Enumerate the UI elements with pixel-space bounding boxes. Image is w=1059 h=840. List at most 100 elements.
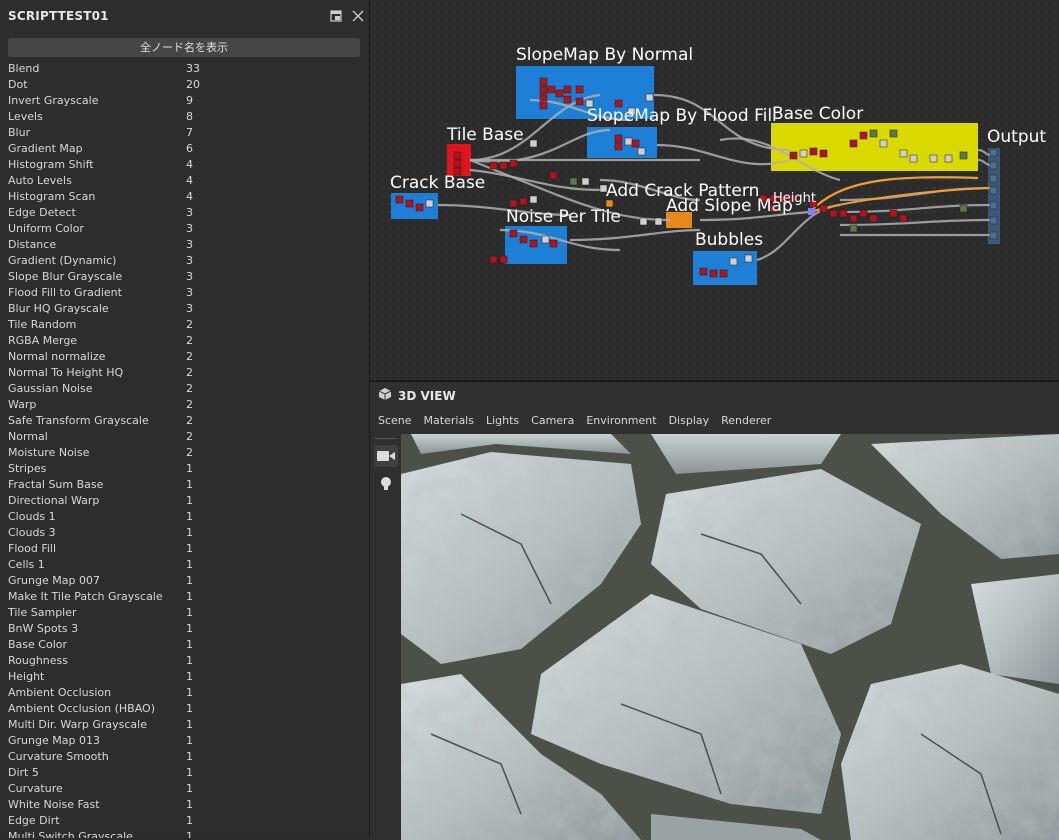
node-count-row[interactable]: Directional Warp 1 [8,493,369,509]
graph-node[interactable] [539,93,548,102]
node-count-row[interactable]: RGBA Merge 2 [8,333,369,349]
graph-node[interactable] [614,142,623,151]
node-count-row[interactable]: Multi Dir. Warp Grayscale 1 [8,717,369,733]
node-count-row[interactable]: Gradient (Dynamic) 3 [8,253,369,269]
node-count-row[interactable]: Histogram Shift 4 [8,157,369,173]
graph-node[interactable] [729,257,738,266]
graph-node[interactable] [519,235,528,244]
node-count-row[interactable]: Distance 3 [8,237,369,253]
graph-node[interactable] [529,239,538,248]
node-count-row[interactable]: Tile Random 2 [8,317,369,333]
node-count-row[interactable]: Blend 33 [8,61,369,77]
camera-icon[interactable] [373,445,398,467]
graph-node[interactable] [395,195,404,204]
graph-node[interactable] [859,131,868,140]
output-node[interactable] [989,231,998,240]
light-bulb-icon[interactable] [374,473,398,495]
graph-node[interactable] [899,149,908,158]
graph-node[interactable] [575,85,584,94]
node-count-row[interactable]: Warp 2 [8,397,369,413]
float-window-icon[interactable] [325,5,347,27]
node-count-row[interactable]: Levels 8 [8,109,369,125]
node-count-row[interactable]: Flood Fill to Gradient 3 [8,285,369,301]
graph-node[interactable] [563,95,572,104]
node-count-row[interactable]: Fractal Sum Base 1 [8,477,369,493]
graph-node[interactable] [719,269,728,278]
show-all-node-names-button[interactable]: 全ノード名を表示 [8,38,360,57]
graph-node[interactable] [509,229,518,238]
graph-node[interactable] [605,199,614,208]
graph-node[interactable] [453,151,462,160]
node-count-row[interactable]: Clouds 3 1 [8,525,369,541]
node-count-row[interactable]: Clouds 1 1 [8,509,369,525]
graph-node[interactable] [563,85,572,94]
node-count-row[interactable]: White Noise Fast 1 [8,797,369,813]
graph-node[interactable] [581,177,590,186]
graph-node[interactable] [549,171,558,180]
node-count-row[interactable]: Stripes 1 [8,461,369,477]
node-count-row[interactable]: Gaussian Noise 2 [8,381,369,397]
menu-renderer[interactable]: Renderer [721,414,771,427]
node-count-row[interactable]: Flood Fill 1 [8,541,369,557]
node-count-row[interactable]: Ambient Occlusion (HBAO) 1 [8,701,369,717]
menu-display[interactable]: Display [669,414,710,427]
menu-camera[interactable]: Camera [531,414,574,427]
node-count-row[interactable]: Curvature 1 [8,781,369,797]
node-count-row[interactable]: Ambient Occlusion 1 [8,685,369,701]
graph-node[interactable] [539,77,548,86]
graph-node[interactable] [555,89,564,98]
graph-node[interactable] [849,139,858,148]
node-count-row[interactable]: Normal 2 [8,429,369,445]
graph-node[interactable] [509,159,518,168]
graph-node[interactable] [624,137,633,146]
graph-node[interactable] [839,209,848,218]
graph-node[interactable] [549,239,558,248]
menu-lights[interactable]: Lights [486,414,519,427]
node-count-row[interactable]: Blur HQ Grayscale 3 [8,301,369,317]
graph-node[interactable] [541,235,550,244]
graph-node[interactable] [499,161,508,170]
node-count-row[interactable]: Roughness 1 [8,653,369,669]
graph-node[interactable] [944,154,953,163]
graph-node[interactable] [569,177,578,186]
node-count-row[interactable]: Tile Sampler 1 [8,605,369,621]
menu-materials[interactable]: Materials [424,414,474,427]
graph-node[interactable] [909,154,918,163]
graph-node[interactable] [849,224,858,233]
node-count-row[interactable]: Cells 1 1 [8,557,369,573]
graph-node[interactable] [869,214,878,223]
graph-node[interactable] [899,214,908,223]
graph-node[interactable] [519,197,528,206]
node-count-row[interactable]: Moisture Noise 2 [8,445,369,461]
graph-node[interactable] [929,154,938,163]
graph-node[interactable] [959,151,968,160]
graph-node[interactable] [539,85,548,94]
node-count-row[interactable]: Safe Transform Grayscale 2 [8,413,369,429]
graph-node[interactable] [529,195,538,204]
node-count-row[interactable]: Auto Levels 4 [8,173,369,189]
node-count-row[interactable]: Normal normalize 2 [8,349,369,365]
graph-node[interactable] [547,85,556,94]
node-count-row[interactable]: Base Color 1 [8,637,369,653]
node-count-row[interactable]: Dot 20 [8,77,369,93]
node-count-row[interactable]: Make It Tile Patch Grayscale 1 [8,589,369,605]
graph-node[interactable] [405,199,414,208]
node-count-row[interactable]: Normal To Height HQ 2 [8,365,369,381]
graph-node[interactable] [631,139,640,148]
graph-node[interactable] [799,149,808,158]
node-count-row[interactable]: Histogram Scan 4 [8,189,369,205]
graph-node[interactable] [869,129,878,138]
graph-node[interactable] [744,254,753,263]
graph-node[interactable] [889,209,898,218]
graph-node[interactable] [539,101,548,110]
height-node[interactable] [808,208,815,215]
graph-node[interactable] [819,149,828,158]
graph-node[interactable] [809,147,818,156]
node-count-row[interactable]: Grunge Map 013 1 [8,733,369,749]
graph-node[interactable] [849,214,858,223]
node-count-row[interactable]: Curvature Smooth 1 [8,749,369,765]
node-count-row[interactable]: Invert Grayscale 9 [8,93,369,109]
graph-node[interactable] [699,267,708,276]
graph-node[interactable] [645,93,654,102]
node-count-row[interactable]: Edge Dirt 1 [8,813,369,829]
